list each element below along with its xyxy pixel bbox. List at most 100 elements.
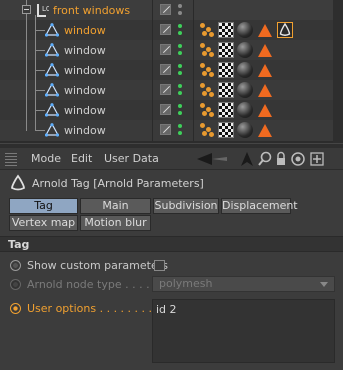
render-visibility-dot[interactable]: [178, 51, 182, 55]
object-label[interactable]: front windows: [53, 4, 130, 18]
phong-tag-icon[interactable]: [199, 82, 215, 98]
editor-visibility-toggle[interactable]: [160, 44, 171, 55]
node-type-value: polymesh: [159, 277, 213, 290]
polygon-object-icon: [44, 42, 60, 57]
material-tag-icon[interactable]: [237, 102, 253, 118]
panel-grip-icon[interactable]: [5, 152, 17, 166]
material-tag-icon[interactable]: [237, 22, 253, 38]
phong-tag-icon[interactable]: [199, 102, 215, 118]
show-custom-checkbox[interactable]: [154, 260, 165, 271]
user-options-field[interactable]: id 2: [152, 299, 335, 363]
tree-line: [35, 130, 45, 131]
object-label[interactable]: window: [64, 24, 106, 38]
phong-tag-icon[interactable]: [199, 22, 215, 38]
texture-tag-icon[interactable]: [258, 104, 272, 117]
tree-line: [35, 30, 45, 31]
tab-motion-blur[interactable]: Motion blur: [80, 215, 151, 231]
uvw-tag-icon[interactable]: [218, 22, 234, 38]
collapse-toggle[interactable]: [22, 5, 31, 14]
render-visibility-dot[interactable]: [178, 31, 182, 35]
object-manager: L0 front windows window window window windo…: [0, 0, 343, 143]
tab-subdivision[interactable]: Subdivision: [153, 198, 219, 214]
texture-tag-icon[interactable]: [258, 24, 272, 37]
chevron-down-icon: [320, 282, 328, 287]
polygon-object-icon: [44, 82, 60, 97]
tree-line: [35, 110, 45, 111]
editor-visibility-toggle[interactable]: [160, 24, 171, 35]
uvw-tag-icon[interactable]: [218, 102, 234, 118]
render-visibility-dot[interactable]: [178, 91, 182, 95]
tab-vertex-map[interactable]: Vertex map: [9, 215, 78, 231]
editor-visibility-dot[interactable]: [178, 84, 182, 88]
texture-tag-icon[interactable]: [258, 64, 272, 77]
attribute-menubar: Mode Edit User Data: [0, 148, 343, 170]
search-icon[interactable]: [258, 151, 272, 167]
render-visibility-dot[interactable]: [178, 131, 182, 135]
editor-visibility-toggle[interactable]: [160, 4, 171, 15]
render-visibility-dot[interactable]: [178, 11, 182, 15]
lock-icon[interactable]: [274, 151, 288, 167]
animation-radio[interactable]: [10, 279, 21, 290]
object-label[interactable]: window: [64, 64, 106, 78]
attribute-tabs: Tag Main Subdivision Displacement Vertex…: [0, 196, 343, 234]
texture-tag-icon[interactable]: [258, 44, 272, 57]
param-show-custom: Show custom parameters: [0, 256, 343, 276]
param-node-type: Arnold node type . . . . . . polymesh: [0, 275, 343, 295]
render-visibility-dot[interactable]: [178, 71, 182, 75]
phong-tag-icon[interactable]: [199, 62, 215, 78]
back-arrow-icon[interactable]: [196, 151, 228, 167]
object-label[interactable]: window: [64, 104, 106, 118]
uvw-tag-icon[interactable]: [218, 42, 234, 58]
editor-visibility-dot[interactable]: [178, 24, 182, 28]
arnold-tag-icon[interactable]: [277, 22, 293, 38]
menu-user-data[interactable]: User Data: [104, 152, 159, 165]
column-divider: [193, 0, 194, 143]
material-tag-icon[interactable]: [237, 62, 253, 78]
polygon-object-icon: [44, 102, 60, 117]
menu-edit[interactable]: Edit: [71, 152, 92, 165]
target-icon[interactable]: [290, 151, 306, 167]
node-type-select[interactable]: polymesh: [152, 276, 335, 292]
material-tag-icon[interactable]: [237, 82, 253, 98]
object-label[interactable]: window: [64, 124, 106, 138]
editor-visibility-toggle[interactable]: [160, 124, 171, 135]
render-visibility-dot[interactable]: [178, 111, 182, 115]
uvw-tag-icon[interactable]: [218, 122, 234, 138]
phong-tag-icon[interactable]: [199, 42, 215, 58]
material-tag-icon[interactable]: [237, 42, 253, 58]
object-label[interactable]: window: [64, 44, 106, 58]
editor-visibility-toggle[interactable]: [160, 64, 171, 75]
polygon-object-icon: [44, 62, 60, 77]
tree-line: [35, 70, 45, 71]
editor-visibility-dot[interactable]: [178, 4, 182, 8]
editor-visibility-dot[interactable]: [178, 64, 182, 68]
animation-radio[interactable]: [10, 260, 21, 271]
editor-visibility-dot[interactable]: [178, 124, 182, 128]
editor-visibility-toggle[interactable]: [160, 104, 171, 115]
animation-radio[interactable]: [10, 303, 21, 314]
uvw-tag-icon[interactable]: [218, 62, 234, 78]
vertical-scrollbar[interactable]: [333, 0, 343, 143]
texture-tag-icon[interactable]: [258, 124, 272, 137]
editor-visibility-toggle[interactable]: [160, 84, 171, 95]
phong-tag-icon[interactable]: [199, 122, 215, 138]
editor-visibility-dot[interactable]: [178, 44, 182, 48]
texture-tag-icon[interactable]: [258, 84, 272, 97]
material-tag-icon[interactable]: [237, 122, 253, 138]
tree-line: [26, 0, 27, 131]
tab-displacement[interactable]: Displacement: [221, 198, 298, 214]
object-label[interactable]: window: [64, 84, 106, 98]
node-type-label: Arnold node type . . . . . .: [27, 278, 164, 291]
tab-main[interactable]: Main: [80, 198, 151, 214]
menu-mode[interactable]: Mode: [31, 152, 61, 165]
attribute-title: Arnold Tag [Arnold Parameters]: [32, 177, 204, 190]
null-object-icon: L0: [35, 3, 50, 17]
editor-visibility-dot[interactable]: [178, 104, 182, 108]
tab-tag[interactable]: Tag: [9, 198, 78, 214]
show-custom-label: Show custom parameters: [27, 259, 168, 272]
uvw-tag-icon[interactable]: [218, 82, 234, 98]
cursor-arrow-icon[interactable]: [240, 151, 254, 167]
new-panel-icon[interactable]: [310, 151, 324, 167]
tree-line: [35, 15, 36, 131]
attribute-title-bar: Arnold Tag [Arnold Parameters]: [0, 171, 343, 195]
